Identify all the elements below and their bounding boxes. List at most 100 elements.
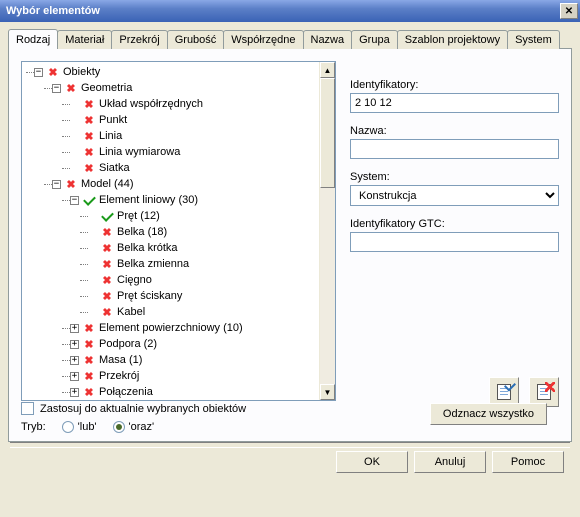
tree-node[interactable]: ✖Punkt xyxy=(26,112,319,128)
tree-node[interactable]: ✖Siatka xyxy=(26,160,319,176)
mode-label: Tryb: xyxy=(21,421,46,433)
scrollbar-vertical[interactable]: ▲ ▼ xyxy=(319,62,335,400)
tab-panel: −✖Obiekty−✖Geometria✖Układ współrzędnych… xyxy=(8,48,572,442)
x-mark-icon: ✖ xyxy=(82,97,96,111)
tree-view[interactable]: −✖Obiekty−✖Geometria✖Układ współrzędnych… xyxy=(21,61,336,401)
tree-spacer xyxy=(70,148,79,157)
gtc-input[interactable] xyxy=(350,232,559,252)
tree-node[interactable]: +✖Element powierzchniowy (10) xyxy=(26,320,319,336)
tree-node[interactable]: −✖Obiekty xyxy=(26,64,319,80)
titlebar: Wybór elementów ✕ xyxy=(0,0,580,22)
tree-spacer xyxy=(88,260,97,269)
tab-grupa[interactable]: Grupa xyxy=(351,30,398,49)
tree-spacer xyxy=(88,228,97,237)
tab-szablon projektowy[interactable]: Szablon projektowy xyxy=(397,30,508,49)
tree-node[interactable]: +✖Przekrój xyxy=(26,368,319,384)
deselect-all-button[interactable]: Odznacz wszystko xyxy=(430,403,547,425)
x-mark-icon: ✖ xyxy=(64,177,78,191)
tree-node-label: Geometria xyxy=(81,82,132,94)
scroll-down-button[interactable]: ▼ xyxy=(320,384,335,400)
tree-node[interactable]: ✖Linia xyxy=(26,128,319,144)
tree-node[interactable]: ✖Linia wymiarowa xyxy=(26,144,319,160)
tree-node[interactable]: − Element liniowy (30) xyxy=(26,192,319,208)
x-mark-icon: ✖ xyxy=(100,241,114,255)
name-label: Nazwa: xyxy=(350,125,559,137)
help-button[interactable]: Pomoc xyxy=(492,451,564,473)
expand-icon[interactable]: + xyxy=(70,388,79,397)
tab-współrzędne[interactable]: Współrzędne xyxy=(223,30,303,49)
window-title: Wybór elementów xyxy=(6,5,560,17)
x-mark-icon: ✖ xyxy=(100,305,114,319)
tree-node[interactable]: +✖Połączenia xyxy=(26,384,319,400)
form-column: Identyfikatory: Nazwa: System: Konstrukc… xyxy=(350,61,559,407)
collapse-icon[interactable]: − xyxy=(34,68,43,77)
expand-icon[interactable]: + xyxy=(70,324,79,333)
tree-spacer xyxy=(88,212,97,221)
tab-system[interactable]: System xyxy=(507,30,560,49)
tree-node[interactable]: −✖Geometria xyxy=(26,80,319,96)
tree-node-label: Element powierzchniowy (10) xyxy=(99,322,243,334)
close-button[interactable]: ✕ xyxy=(560,3,578,19)
scroll-track[interactable] xyxy=(320,78,335,384)
tree-spacer xyxy=(88,292,97,301)
cancel-button[interactable]: Anuluj xyxy=(414,451,486,473)
collapse-icon[interactable]: − xyxy=(52,84,61,93)
tree-spacer xyxy=(70,100,79,109)
x-mark-icon: ✖ xyxy=(46,65,60,79)
tree-node[interactable]: +✖Masa (1) xyxy=(26,352,319,368)
tree-node[interactable]: ✖Układ współrzędnych xyxy=(26,96,319,112)
identifiers-label: Identyfikatory: xyxy=(350,79,559,91)
scroll-thumb[interactable] xyxy=(320,78,335,188)
expand-icon[interactable]: + xyxy=(70,356,79,365)
tree-node-label: Układ współrzędnych xyxy=(99,98,203,110)
identifiers-input[interactable] xyxy=(350,93,559,113)
x-mark-icon: ✖ xyxy=(100,225,114,239)
apply-current-checkbox[interactable] xyxy=(21,402,34,415)
tree-node-label: Kabel xyxy=(117,306,145,318)
tab-rodzaj[interactable]: Rodzaj xyxy=(8,29,58,49)
tree-spacer xyxy=(70,116,79,125)
tree-node-label: Punkt xyxy=(99,114,127,126)
x-mark-icon: ✖ xyxy=(100,273,114,287)
tree-node-label: Przekrój xyxy=(99,370,139,382)
x-mark-icon: ✖ xyxy=(82,161,96,175)
system-select[interactable]: Konstrukcja xyxy=(350,185,559,206)
tree-node[interactable]: ✖Pręt ściskany xyxy=(26,288,319,304)
tree-node[interactable]: ✖Kabel xyxy=(26,304,319,320)
tree-node-label: Masa (1) xyxy=(99,354,142,366)
tree-node-label: Podpora (2) xyxy=(99,338,157,350)
tree-node[interactable]: ✖Belka krótka xyxy=(26,240,319,256)
tab-grubość[interactable]: Grubość xyxy=(167,30,225,49)
tree-node[interactable]: +✖Podpora (2) xyxy=(26,336,319,352)
tab-nazwa[interactable]: Nazwa xyxy=(303,30,353,49)
tree-node-label: Siatka xyxy=(99,162,130,174)
tree-node-label: Pręt ściskany xyxy=(117,290,182,302)
tree-node[interactable]: ✖Belka (18) xyxy=(26,224,319,240)
tree-node[interactable]: Pręt (12) xyxy=(26,208,319,224)
x-mark-icon: ✖ xyxy=(82,369,96,383)
tree-node-label: Pręt (12) xyxy=(117,210,160,222)
x-mark-icon: ✖ xyxy=(100,257,114,271)
expand-icon[interactable]: + xyxy=(70,340,79,349)
collapse-icon[interactable]: − xyxy=(70,196,79,205)
expand-icon[interactable]: + xyxy=(70,372,79,381)
name-input[interactable] xyxy=(350,139,559,159)
mode-and-radio[interactable]: 'oraz' xyxy=(113,421,155,433)
tree-node[interactable]: ✖Cięgno xyxy=(26,272,319,288)
tree-spacer xyxy=(70,164,79,173)
tab-materiał[interactable]: Materiał xyxy=(57,30,112,49)
tree-node-label: Element liniowy (30) xyxy=(99,194,198,206)
mode-or-radio[interactable]: 'lub' xyxy=(62,421,97,433)
scroll-up-button[interactable]: ▲ xyxy=(320,62,335,78)
x-mark-icon: ✖ xyxy=(100,289,114,303)
checkmark-icon xyxy=(100,209,114,223)
tab-przekrój[interactable]: Przekrój xyxy=(111,30,167,49)
x-mark-icon: ✖ xyxy=(82,337,96,351)
x-mark-icon: ✖ xyxy=(82,353,96,367)
tree-node[interactable]: −✖Model (44) xyxy=(26,176,319,192)
collapse-icon[interactable]: − xyxy=(52,180,61,189)
x-mark-icon: ✖ xyxy=(82,129,96,143)
tree-node-label: Połączenia xyxy=(99,386,153,398)
tree-node[interactable]: ✖Belka zmienna xyxy=(26,256,319,272)
ok-button[interactable]: OK xyxy=(336,451,408,473)
